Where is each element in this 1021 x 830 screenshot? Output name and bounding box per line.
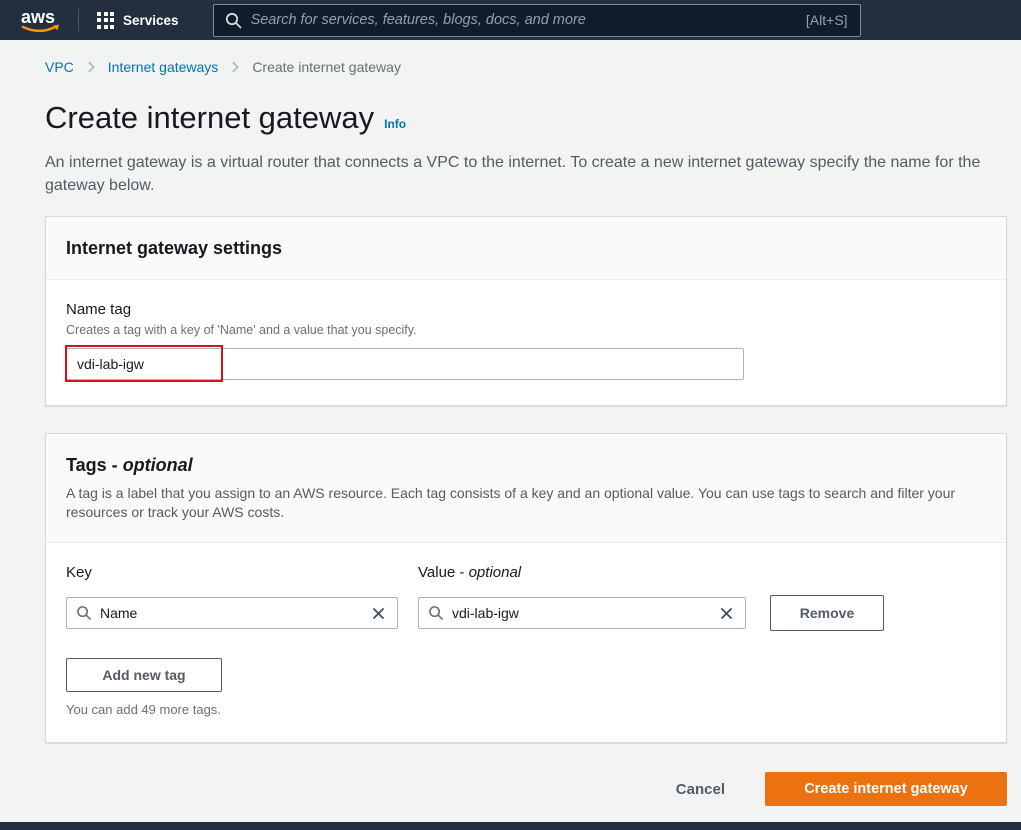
services-grid-icon — [97, 11, 114, 29]
aws-smile-icon — [21, 25, 58, 33]
tags-title-optional: optional — [122, 455, 193, 475]
form-actions: Cancel Create internet gateway — [45, 772, 1007, 806]
chevron-right-icon — [228, 60, 242, 74]
tags-remaining-hint: You can add 49 more tags. — [66, 702, 221, 717]
tag-value-input[interactable] — [452, 605, 717, 621]
tags-card-body: Key Value - optional Name vdi-lab-igw Re… — [46, 543, 1006, 742]
remove-tag-button[interactable]: Remove — [770, 595, 884, 631]
breadcrumb-current-page: Create internet gateway — [252, 59, 401, 75]
name-tag-input[interactable] — [66, 348, 744, 380]
settings-card-body: Name tag Creates a tag with a key of 'Na… — [46, 280, 1006, 405]
settings-card-title: Internet gateway settings — [66, 238, 283, 258]
value-label-text: Value - — [418, 564, 465, 581]
add-new-tag-button[interactable]: Add new tag — [66, 658, 222, 692]
breadcrumb: VPC Internet gateways Create internet ga… — [45, 59, 1021, 75]
breadcrumb-internet-gateways-link[interactable]: Internet gateways — [108, 59, 219, 75]
search-icon — [429, 606, 443, 620]
tags-card-header: Tags - optional A tag is a label that yo… — [46, 434, 1006, 543]
global-search-input[interactable] — [250, 12, 806, 28]
search-icon — [225, 12, 241, 28]
aws-logo-text: aws — [21, 7, 55, 27]
services-menu-button[interactable]: Services — [97, 11, 179, 29]
search-icon — [77, 606, 91, 620]
page-title: Create internet gateway — [45, 100, 375, 135]
name-tag-hint: Creates a tag with a key of 'Name' and a… — [66, 323, 417, 337]
search-shortcut-hint: [Alt+S] — [805, 12, 848, 28]
cancel-button[interactable]: Cancel — [676, 781, 725, 798]
chevron-right-icon — [84, 60, 98, 74]
close-icon — [721, 607, 732, 619]
clear-value-button[interactable] — [717, 604, 736, 623]
bottom-bar — [0, 822, 1021, 830]
info-link[interactable]: Info — [384, 117, 406, 131]
tags-title-text: Tags - — [66, 455, 118, 475]
tag-key-field[interactable] — [66, 597, 398, 629]
close-icon — [373, 607, 384, 619]
tag-value-field[interactable] — [418, 597, 746, 629]
tag-row: Remove — [66, 595, 986, 631]
aws-logo[interactable]: aws — [18, 4, 66, 36]
tags-card-title: Tags - optional — [66, 455, 986, 476]
tags-card: Tags - optional A tag is a label that yo… — [45, 433, 1007, 743]
page-description: An internet gateway is a virtual router … — [45, 154, 981, 194]
create-internet-gateway-button[interactable]: Create internet gateway — [765, 772, 1007, 806]
key-column-label: Key — [66, 564, 92, 581]
topbar-divider — [78, 9, 79, 31]
settings-card-header: Internet gateway settings — [46, 217, 1006, 280]
name-tag-label: Name tag — [66, 301, 132, 318]
global-search-box[interactable]: [Alt+S] — [212, 3, 861, 37]
internet-gateway-settings-card: Internet gateway settings Name tag Creat… — [45, 216, 1007, 406]
value-label-optional: optional — [468, 564, 522, 581]
services-label: Services — [123, 12, 179, 28]
clear-key-button[interactable] — [369, 604, 388, 623]
tags-card-description: A tag is a label that you assign to an A… — [66, 485, 956, 520]
tag-key-input[interactable] — [100, 605, 369, 621]
breadcrumb-vpc-link[interactable]: VPC — [45, 59, 74, 75]
value-column-label: Value - optional — [418, 564, 521, 581]
top-navigation-bar: aws Services [Alt+S] — [0, 0, 1021, 40]
